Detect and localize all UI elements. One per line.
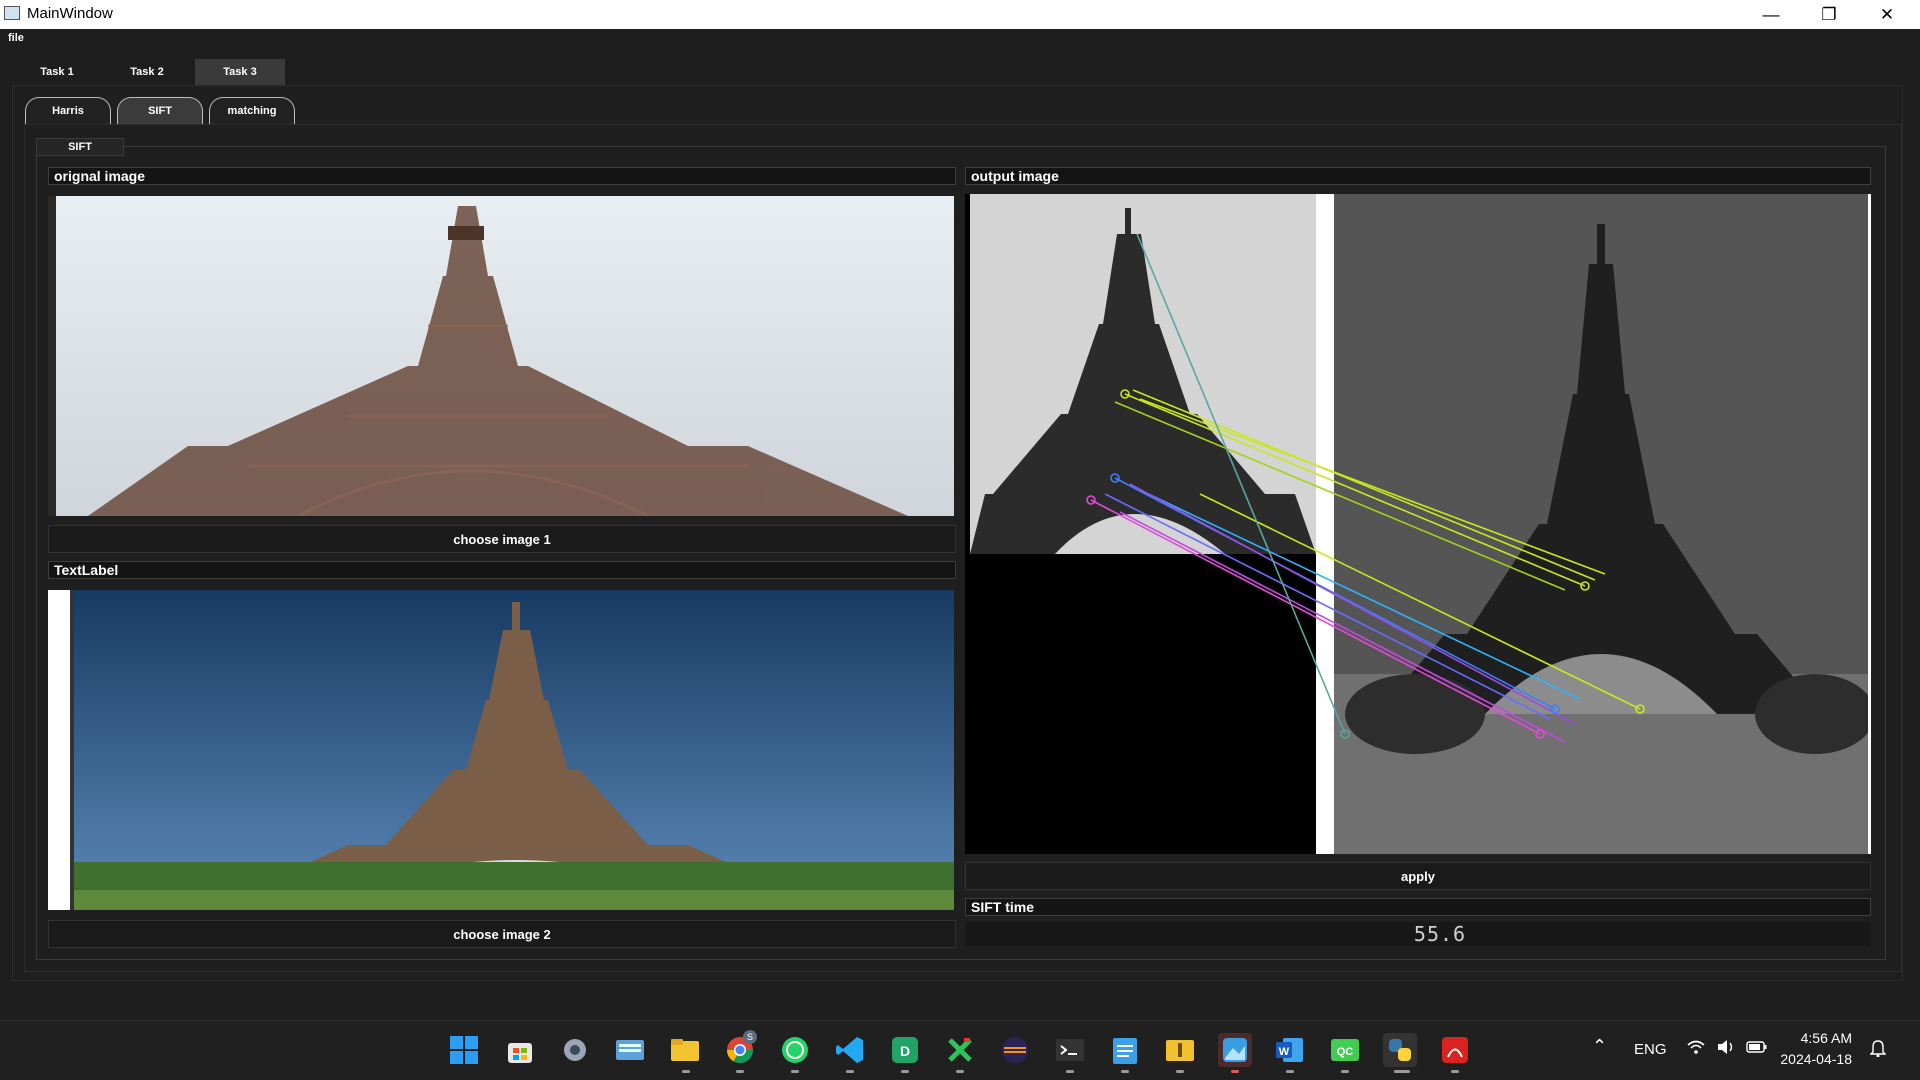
file-explorer-icon[interactable] [668, 1033, 702, 1067]
python-icon[interactable] [1383, 1033, 1417, 1067]
battery-icon[interactable] [1746, 1040, 1768, 1058]
running-indicator [901, 1070, 909, 1073]
settings-icon[interactable] [558, 1033, 592, 1067]
eclipse-icon[interactable] [998, 1033, 1032, 1067]
chevron-up-icon[interactable]: ⌃ [1592, 1036, 1607, 1057]
tab-task-2[interactable]: Task 2 [102, 59, 192, 85]
running-indicator [736, 1070, 744, 1073]
clock-date[interactable]: 2024-04-18 [1774, 1051, 1852, 1067]
running-indicator [1066, 1070, 1074, 1073]
qc-icon[interactable]: QC [1328, 1033, 1362, 1067]
tab-matching[interactable]: matching [209, 97, 295, 124]
photos-icon[interactable] [1218, 1033, 1252, 1067]
running-indicator [1341, 1070, 1349, 1073]
whatsapp-icon[interactable] [778, 1033, 812, 1067]
running-indicator [846, 1070, 854, 1073]
tab-sift[interactable]: SIFT [117, 97, 203, 124]
keyboard-icon[interactable] [613, 1033, 647, 1067]
apply-button[interactable]: apply [965, 862, 1871, 890]
minimize-button[interactable]: — [1742, 0, 1800, 29]
textlabel-header: TextLabel [48, 561, 956, 579]
second-image [48, 590, 954, 910]
svg-text:W: W [1279, 1046, 1290, 1058]
tab-harris[interactable]: Harris [25, 97, 111, 124]
window-title: MainWindow [27, 5, 113, 22]
running-indicator [1231, 1070, 1239, 1073]
x-app-icon[interactable] [943, 1033, 977, 1067]
running-indicator [682, 1070, 690, 1073]
svg-text:D: D [900, 1043, 910, 1059]
menu-file[interactable]: file [8, 32, 24, 44]
close-button[interactable]: ✕ [1858, 0, 1916, 29]
sift-time-value: 55.6 [1413, 922, 1467, 946]
language-indicator[interactable]: ENG [1634, 1041, 1667, 1058]
output-image [965, 194, 1875, 854]
title-bar: MainWindow — ❐ ✕ [0, 0, 1920, 29]
start-icon[interactable] [447, 1033, 481, 1067]
menu-bar: file [0, 29, 1920, 49]
groupbox-title: SIFT [36, 138, 124, 156]
running-indicator [1121, 1070, 1129, 1073]
tab-task-1[interactable]: Task 1 [12, 59, 102, 85]
terminal-icon[interactable] [1053, 1033, 1087, 1067]
running-indicator [956, 1070, 964, 1073]
original-image-header: orignal image [48, 167, 956, 185]
running-indicator [1451, 1070, 1459, 1073]
app-icon [4, 6, 20, 20]
original-image [48, 196, 954, 516]
running-indicator [1286, 1070, 1294, 1073]
acrobat-icon[interactable] [1438, 1033, 1472, 1067]
chrome-badge: S [743, 1030, 757, 1044]
running-indicator [1394, 1070, 1410, 1073]
maximize-button[interactable]: ❐ [1800, 0, 1858, 29]
choose-image-2-button[interactable]: choose image 2 [48, 920, 956, 948]
notification-bell-icon[interactable] [1869, 1039, 1887, 1061]
tab-task-3[interactable]: Task 3 [195, 59, 285, 85]
output-image-header: output image [965, 167, 1871, 185]
wifi-icon[interactable] [1686, 1039, 1706, 1059]
store-icon[interactable] [503, 1033, 537, 1067]
sift-time-header: SIFT time [965, 898, 1871, 916]
running-indicator [1176, 1070, 1184, 1073]
notepad-icon[interactable] [1108, 1033, 1142, 1067]
vscode-icon[interactable] [833, 1033, 867, 1067]
volume-icon[interactable] [1716, 1039, 1736, 1059]
svg-text:QC: QC [1337, 1046, 1354, 1058]
word-icon[interactable]: W [1273, 1033, 1307, 1067]
desktop-d-icon[interactable]: D [888, 1033, 922, 1067]
running-indicator [791, 1070, 799, 1073]
choose-image-1-button[interactable]: choose image 1 [48, 525, 956, 553]
archive-icon[interactable] [1163, 1033, 1197, 1067]
clock-time[interactable]: 4:56 AM [1774, 1030, 1852, 1046]
